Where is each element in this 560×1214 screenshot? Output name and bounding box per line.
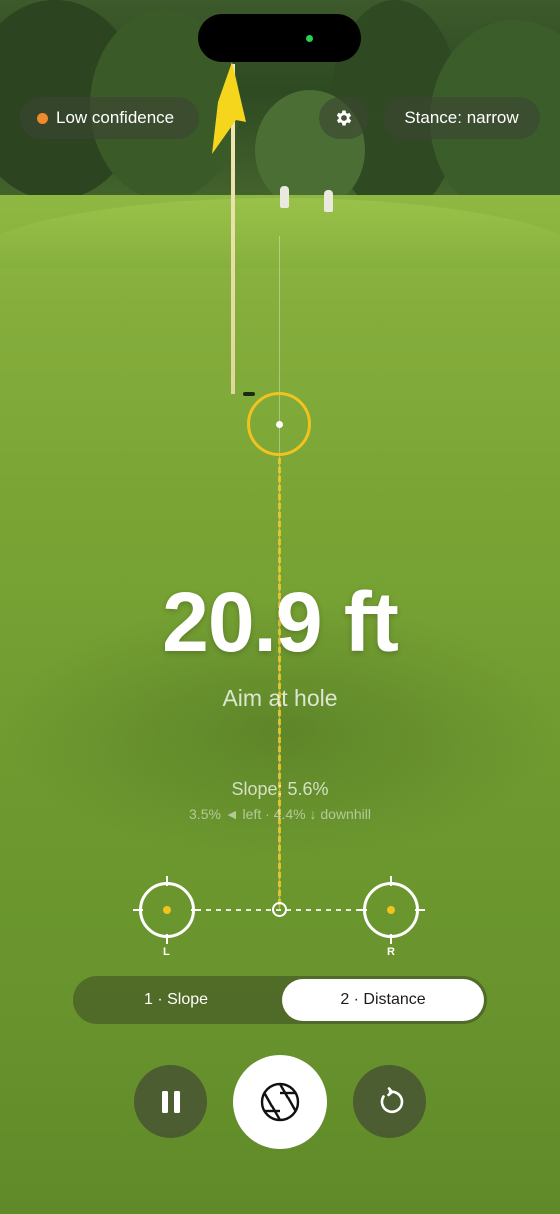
tab-slope[interactable]: 1 · Slope	[73, 976, 279, 1024]
confidence-dot	[37, 112, 48, 124]
left-foot-marker[interactable]	[133, 876, 201, 944]
mode-segmented-control: 1 · Slope 2 · Distance	[73, 976, 487, 1024]
left-marker-label: L	[163, 946, 170, 958]
flag-icon	[212, 62, 246, 154]
gear-icon	[336, 110, 352, 126]
aperture-icon	[260, 1082, 300, 1122]
tab-slope-label: 1 · Slope	[143, 991, 209, 1008]
slope-breakdown: 3.5% ◄ left · 4.4% ↓ downhill	[189, 806, 371, 822]
capture-button[interactable]	[233, 1055, 327, 1149]
stance-button[interactable]: Stance: narrow	[383, 97, 540, 139]
reset-button[interactable]	[353, 1065, 426, 1138]
pause-icon	[161, 1090, 180, 1113]
reset-icon	[380, 1086, 403, 1113]
camera-active-indicator	[306, 35, 313, 42]
hole-target-reticle[interactable]	[247, 392, 311, 456]
dynamic-island	[198, 14, 361, 62]
distance-readout: 20.9 ft	[162, 575, 399, 669]
right-foot-marker[interactable]	[357, 876, 425, 944]
settings-button[interactable]	[319, 97, 369, 139]
stance-label: Stance: narrow	[404, 108, 519, 127]
target-center-dot	[276, 421, 283, 428]
putt-line	[278, 458, 281, 908]
pause-button[interactable]	[134, 1065, 207, 1138]
tab-distance-label: 2 · Distance	[340, 991, 426, 1008]
left-marker-dot	[163, 906, 171, 914]
ball-position-marker	[272, 902, 287, 917]
confidence-badge: Low confidence	[20, 97, 199, 139]
tab-distance[interactable]: 2 · Distance	[282, 979, 484, 1021]
slope-readout: Slope: 5.6%	[231, 779, 329, 799]
cup	[243, 392, 255, 396]
right-marker-dot	[387, 906, 395, 914]
confidence-label: Low confidence	[56, 108, 175, 127]
aim-hint: Aim at hole	[222, 685, 338, 711]
right-marker-label: R	[387, 946, 395, 958]
